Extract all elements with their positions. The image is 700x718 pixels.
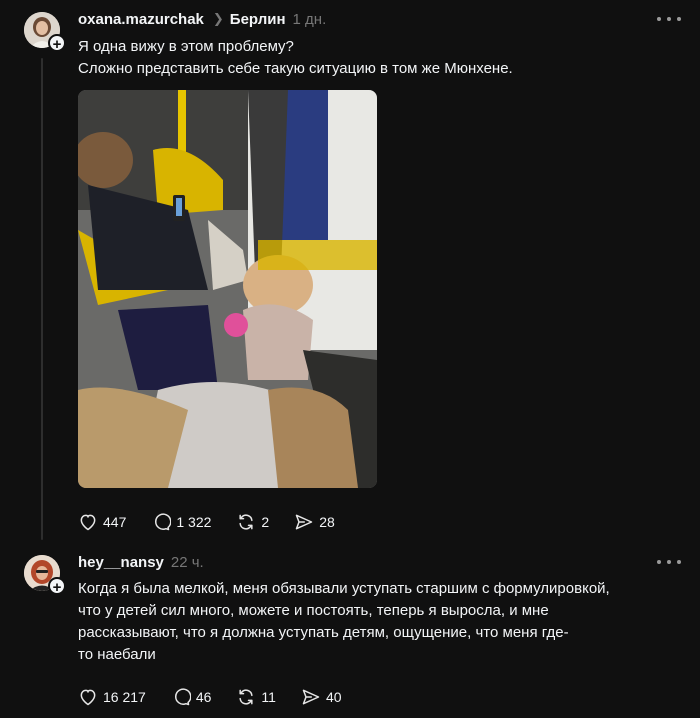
chevron-right-icon: ❯	[212, 11, 224, 26]
post-text-line: то наебали	[78, 646, 156, 663]
share-count: 40	[325, 689, 342, 705]
share-button[interactable]: 40	[301, 687, 342, 707]
post-time: 22 ч.	[170, 553, 204, 571]
heart-icon	[80, 689, 96, 706]
comment-bubble-icon	[174, 688, 191, 706]
comment-count: 46	[195, 689, 212, 705]
comment-count: 1 322	[176, 514, 212, 530]
topic-tag[interactable]: Берлин	[230, 11, 286, 28]
repost-count: 11	[261, 689, 276, 705]
heart-icon	[80, 514, 96, 531]
thread-line	[41, 58, 43, 540]
comment-bubble-icon	[155, 513, 172, 531]
post-text-line: Я одна вижу в этом проблему?	[78, 38, 294, 55]
follow-plus-icon[interactable]: +	[48, 577, 66, 596]
post-actions: 447 1 322 2 28	[78, 511, 360, 533]
post-text-line: Сложно представить себе такую ситуацию в…	[78, 60, 513, 77]
post-time: 1 дн.	[292, 10, 327, 28]
like-count: 447	[103, 514, 127, 530]
repost-button[interactable]: 11	[236, 687, 276, 707]
username[interactable]: hey__nansy	[78, 554, 164, 571]
like-count: 16 217	[103, 689, 146, 705]
comment-button[interactable]: 1 322	[151, 512, 211, 532]
comment-button[interactable]: 46	[171, 687, 212, 707]
post-text: Я одна вижу в этом проблему? Сложно пред…	[78, 36, 513, 80]
post-text-line: Когда я была мелкой, меня обязывали усту…	[78, 580, 610, 597]
repost-button[interactable]: 2	[236, 512, 269, 532]
follow-plus-icon[interactable]: +	[48, 34, 66, 53]
repost-arrows-icon	[239, 514, 253, 530]
post-actions: 16 217 46 11 40	[78, 686, 367, 708]
post-photo[interactable]	[78, 90, 377, 488]
post-text-line: что у детей сил много, можете и постоять…	[78, 602, 549, 619]
paper-plane-icon	[302, 689, 320, 705]
paper-plane-icon	[295, 514, 313, 530]
username[interactable]: oxana.mazurchak	[78, 11, 204, 28]
like-button[interactable]: 16 217	[78, 687, 146, 707]
share-count: 28	[319, 514, 335, 530]
more-horizontal-icon[interactable]	[657, 555, 681, 569]
post-text-line: рассказывают, что я должна уступать детя…	[78, 624, 569, 641]
like-button[interactable]: 447	[78, 512, 126, 532]
more-horizontal-icon[interactable]	[657, 12, 681, 26]
share-button[interactable]: 28	[294, 512, 335, 532]
repost-count: 2	[261, 514, 270, 530]
post-text: Когда я была мелкой, меня обязывали усту…	[78, 578, 688, 666]
repost-arrows-icon	[239, 689, 253, 705]
